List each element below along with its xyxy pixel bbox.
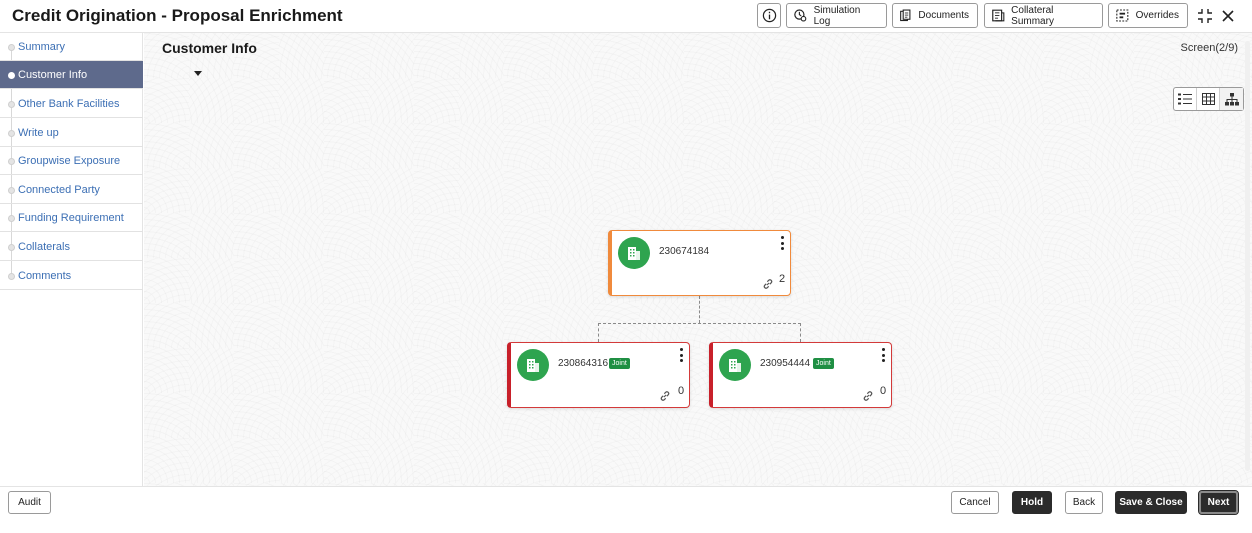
chevron-down-icon[interactable] [194,71,202,76]
audit-button[interactable]: Audit [8,491,51,514]
hierarchy-view-icon [1224,92,1239,105]
customer-id: 230954444 [760,358,811,369]
sidebar-item-other-bank-facilities[interactable]: Other Bank Facilities [0,90,143,118]
building-icon [719,349,751,381]
sidebar-item-funding-requirement[interactable]: Funding Requirement [0,204,143,232]
info-icon [762,8,776,23]
customer-card-primary[interactable]: 230674184 2 [608,230,791,296]
nav-step-dot [8,72,15,79]
close-button[interactable] [1218,6,1238,26]
building-icon [517,349,549,381]
linked-count: 0 [678,385,685,397]
sidebar-item-label: Customer Info [18,68,88,81]
close-icon [1222,10,1234,22]
hierarchy-view-button[interactable] [1220,88,1243,110]
linked-count: 0 [880,385,887,397]
overrides-button[interactable]: Overrides [1108,3,1188,28]
view-mode-toggle [1173,87,1244,111]
info-button[interactable] [757,3,781,28]
link-icon [763,279,773,289]
link-icon [660,391,670,401]
list-view-button[interactable] [1174,88,1197,110]
nav-step-dot [8,244,15,251]
customer-id: 230674184 [659,246,710,257]
sidebar-item-label: Groupwise Exposure [18,154,121,167]
nav-step-dot [8,187,15,194]
simulation-log-icon [794,9,807,22]
org-connector [598,323,801,324]
sidebar-item-label: Other Bank Facilities [18,97,120,110]
collateral-summary-icon [992,9,1005,22]
list-view-icon [1178,93,1192,105]
footer-bar: Audit Cancel Hold Back Save & Close Next [0,486,1252,533]
collateral-summary-label: Collateral Summary [1011,4,1054,27]
collapse-button[interactable] [1195,6,1215,26]
sidebar-item-label: Funding Requirement [18,211,124,224]
documents-button[interactable]: Documents [892,3,978,28]
building-icon [618,237,650,269]
customer-id: 230864316 [558,358,609,369]
app-header: Credit Origination - Proposal Enrichment… [0,0,1252,33]
hold-button[interactable]: Hold [1012,491,1052,514]
sidebar-item-label: Collaterals [18,240,70,253]
overrides-label: Overrides [1135,10,1179,21]
overrides-icon [1116,9,1129,22]
sidebar-item-label: Summary [18,40,66,53]
more-options-icon[interactable] [879,347,887,363]
linked-count: 2 [779,273,786,285]
sidebar-item-label: Connected Party [18,183,100,196]
cancel-button[interactable]: Cancel [951,491,999,514]
sidebar-item-write-up[interactable]: Write up [0,119,143,147]
collateral-summary-button[interactable]: Collateral Summary [984,3,1103,28]
org-connector [598,323,599,342]
more-options-icon[interactable] [677,347,685,363]
sidebar-item-comments[interactable]: Comments [0,262,143,290]
nav-step-dot [8,44,15,51]
save-close-button[interactable]: Save & Close [1115,491,1187,514]
sidebar-item-customer-info[interactable]: Customer Info [0,61,143,89]
simulation-log-label: Simulation Log [813,4,861,27]
back-button[interactable]: Back [1065,491,1103,514]
sidebar-item-label: Write up [18,126,59,139]
link-icon [863,391,873,401]
next-button[interactable]: Next [1198,490,1239,515]
org-connector [800,323,801,342]
table-view-icon [1201,93,1215,105]
org-connector [699,296,700,323]
customer-card-joint[interactable]: 230954444 Joint 0 [709,342,892,408]
sidebar-item-groupwise-exposure[interactable]: Groupwise Exposure [0,147,143,175]
joint-badge: Joint [813,358,834,369]
nav-step-dot [8,215,15,222]
main-content: Customer Info Screen(2/9) 230674184 2 23… [144,33,1252,486]
nav-step-dot [8,130,15,137]
page-title: Customer Info [162,40,257,56]
screen-counter: Screen(2/9) [1180,42,1238,54]
nav-step-dot [8,273,15,280]
sidebar-item-connected-party[interactable]: Connected Party [0,176,143,204]
sidebar-item-collaterals[interactable]: Collaterals [0,233,143,261]
documents-label: Documents [918,10,969,21]
collapse-icon [1198,9,1212,23]
sidebar-item-summary[interactable]: Summary [0,33,143,61]
simulation-log-button[interactable]: Simulation Log [786,3,887,28]
nav-step-dot [8,158,15,165]
more-options-icon[interactable] [778,235,786,251]
joint-badge: Joint [609,358,630,369]
app-title: Credit Origination - Proposal Enrichment [12,6,343,25]
nav-step-dot [8,101,15,108]
scrollbar[interactable] [1245,41,1250,471]
sidebar-nav: Summary Customer Info Other Bank Facilit… [0,33,143,486]
sidebar-item-label: Comments [18,269,72,282]
customer-card-joint[interactable]: 230864316 Joint 0 [507,342,690,408]
documents-icon [900,9,911,22]
table-view-button[interactable] [1197,88,1220,110]
